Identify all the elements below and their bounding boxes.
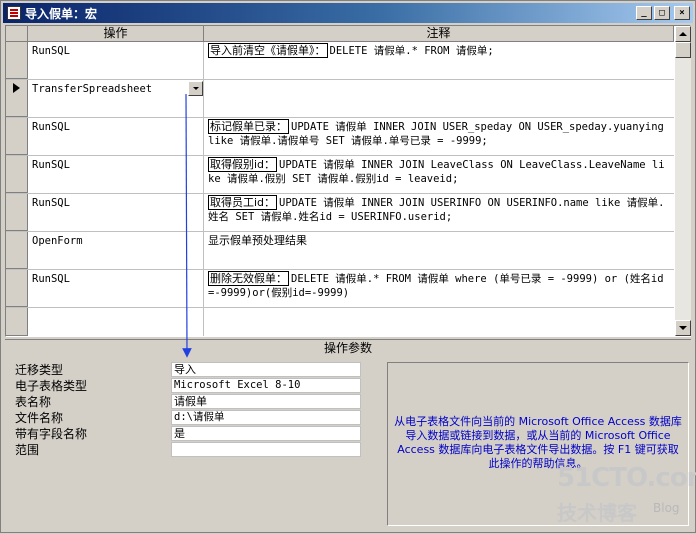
macro-row[interactable]: RunSQL 取得假别id： UPDATE 请假单 INNER JOIN Leav… bbox=[6, 156, 674, 194]
macro-grid: 操作 注释 RunSQL 导入前清空《请假单》： DELETE 请假单.* FRO… bbox=[5, 25, 691, 337]
action-cell[interactable]: OpenForm bbox=[28, 232, 204, 269]
comment-sql: DELETE 请假单.* FROM 请假单; bbox=[329, 45, 494, 57]
row-selector[interactable] bbox=[6, 270, 28, 307]
comment-title: 取得员工id： bbox=[208, 195, 278, 210]
watermark-logo-text: 51CTO.com bbox=[557, 463, 696, 493]
close-button[interactable]: × bbox=[674, 6, 690, 20]
comment-title: 标记假单已录： bbox=[208, 119, 289, 134]
maximize-button[interactable]: □ bbox=[654, 6, 670, 20]
action-cell[interactable]: TransferSpreadsheet bbox=[28, 80, 204, 117]
macro-row-new[interactable] bbox=[6, 308, 674, 336]
action-cell[interactable]: RunSQL bbox=[28, 156, 204, 193]
window-title: 导入假单：宏 bbox=[25, 6, 98, 21]
comment-cell[interactable]: 导入前清空《请假单》： DELETE 请假单.* FROM 请假单; bbox=[204, 42, 674, 79]
watermark: 51CTO.com 技术博客 Blog bbox=[557, 463, 696, 527]
action-cell[interactable]: RunSQL bbox=[28, 270, 204, 307]
minimize-button[interactable]: _ bbox=[636, 6, 652, 20]
row-selector[interactable] bbox=[6, 80, 28, 117]
param-transfer-type[interactable]: 导入 bbox=[171, 362, 361, 377]
param-label: 范围 bbox=[15, 443, 40, 457]
scroll-up-icon[interactable] bbox=[675, 26, 691, 42]
action-cell[interactable]: RunSQL bbox=[28, 118, 204, 155]
comment-cell[interactable]: 标记假单已录： UPDATE 请假单 INNER JOIN USER_speday… bbox=[204, 118, 674, 155]
current-row-arrow-icon bbox=[13, 83, 20, 93]
watermark-blog-text: Blog bbox=[653, 501, 680, 515]
column-header-comment: 注释 bbox=[204, 26, 674, 42]
comment-cell[interactable] bbox=[204, 308, 674, 336]
column-header-action: 操作 bbox=[28, 26, 204, 42]
macro-row[interactable]: RunSQL 标记假单已录： UPDATE 请假单 INNER JOIN USER… bbox=[6, 118, 674, 156]
row-selector[interactable] bbox=[6, 232, 28, 269]
vertical-scrollbar[interactable] bbox=[675, 26, 691, 336]
param-label: 迁移类型 bbox=[15, 363, 64, 377]
param-spreadsheet-type[interactable]: Microsoft Excel 8-10 bbox=[171, 378, 361, 393]
action-arguments-title: 操作参数 bbox=[5, 339, 691, 355]
macro-row[interactable]: RunSQL 取得员工id： UPDATE 请假单 INNER JOIN USER… bbox=[6, 194, 674, 232]
param-file-name[interactable]: d:\请假单 bbox=[171, 410, 361, 425]
comment-cell[interactable] bbox=[204, 80, 674, 117]
comment-title: 取得假别id： bbox=[208, 157, 278, 172]
row-selector[interactable] bbox=[6, 308, 28, 336]
action-cell[interactable]: RunSQL bbox=[28, 42, 204, 79]
param-label: 电子表格类型 bbox=[15, 379, 88, 393]
comment-cell[interactable]: 取得员工id： UPDATE 请假单 INNER JOIN USERINFO ON… bbox=[204, 194, 674, 231]
param-label: 表名称 bbox=[15, 395, 52, 409]
comment-cell[interactable]: 取得假别id： UPDATE 请假单 INNER JOIN LeaveClass … bbox=[204, 156, 674, 193]
param-label: 带有字段名称 bbox=[15, 427, 88, 441]
comment-title: 删除无效假单： bbox=[208, 271, 289, 286]
watermark-sub-text: 技术博客 bbox=[557, 501, 637, 525]
macro-row[interactable]: OpenForm 显示假单预处理结果 bbox=[6, 232, 674, 270]
macro-row-selected[interactable]: TransferSpreadsheet bbox=[6, 80, 674, 118]
comment-cell[interactable]: 显示假单预处理结果 bbox=[204, 232, 674, 269]
param-label: 文件名称 bbox=[15, 411, 64, 425]
comment-cell[interactable]: 删除无效假单： DELETE 请假单.* FROM 请假单 where (单号已录… bbox=[204, 270, 674, 307]
comment-text: 显示假单预处理结果 bbox=[208, 234, 307, 247]
macro-window: 导入假单：宏 _ □ × 操作 注释 RunSQL 导入前清空《请假单》： DEL… bbox=[0, 0, 696, 533]
action-cell[interactable] bbox=[28, 308, 204, 336]
row-selector[interactable] bbox=[6, 156, 28, 193]
param-range[interactable] bbox=[171, 442, 361, 457]
macro-row[interactable]: RunSQL 导入前清空《请假单》： DELETE 请假单.* FROM 请假单; bbox=[6, 42, 674, 80]
chevron-down-icon[interactable] bbox=[188, 81, 203, 96]
param-table-name[interactable]: 请假单 bbox=[171, 394, 361, 409]
scroll-down-icon[interactable] bbox=[675, 320, 691, 336]
scroll-thumb[interactable] bbox=[675, 42, 691, 58]
row-selector[interactable] bbox=[6, 194, 28, 231]
row-selector[interactable] bbox=[6, 118, 28, 155]
macro-icon bbox=[7, 6, 21, 20]
param-has-field-names[interactable]: 是 bbox=[171, 426, 361, 441]
row-selector[interactable] bbox=[6, 42, 28, 79]
macro-row[interactable]: RunSQL 删除无效假单： DELETE 请假单.* FROM 请假单 wher… bbox=[6, 270, 674, 308]
comment-title: 导入前清空《请假单》： bbox=[208, 43, 328, 58]
action-combo-text: TransferSpreadsheet bbox=[32, 83, 153, 95]
title-bar[interactable]: 导入假单：宏 _ □ × bbox=[3, 3, 693, 23]
row-selector-header[interactable] bbox=[6, 26, 28, 42]
action-cell[interactable]: RunSQL bbox=[28, 194, 204, 231]
